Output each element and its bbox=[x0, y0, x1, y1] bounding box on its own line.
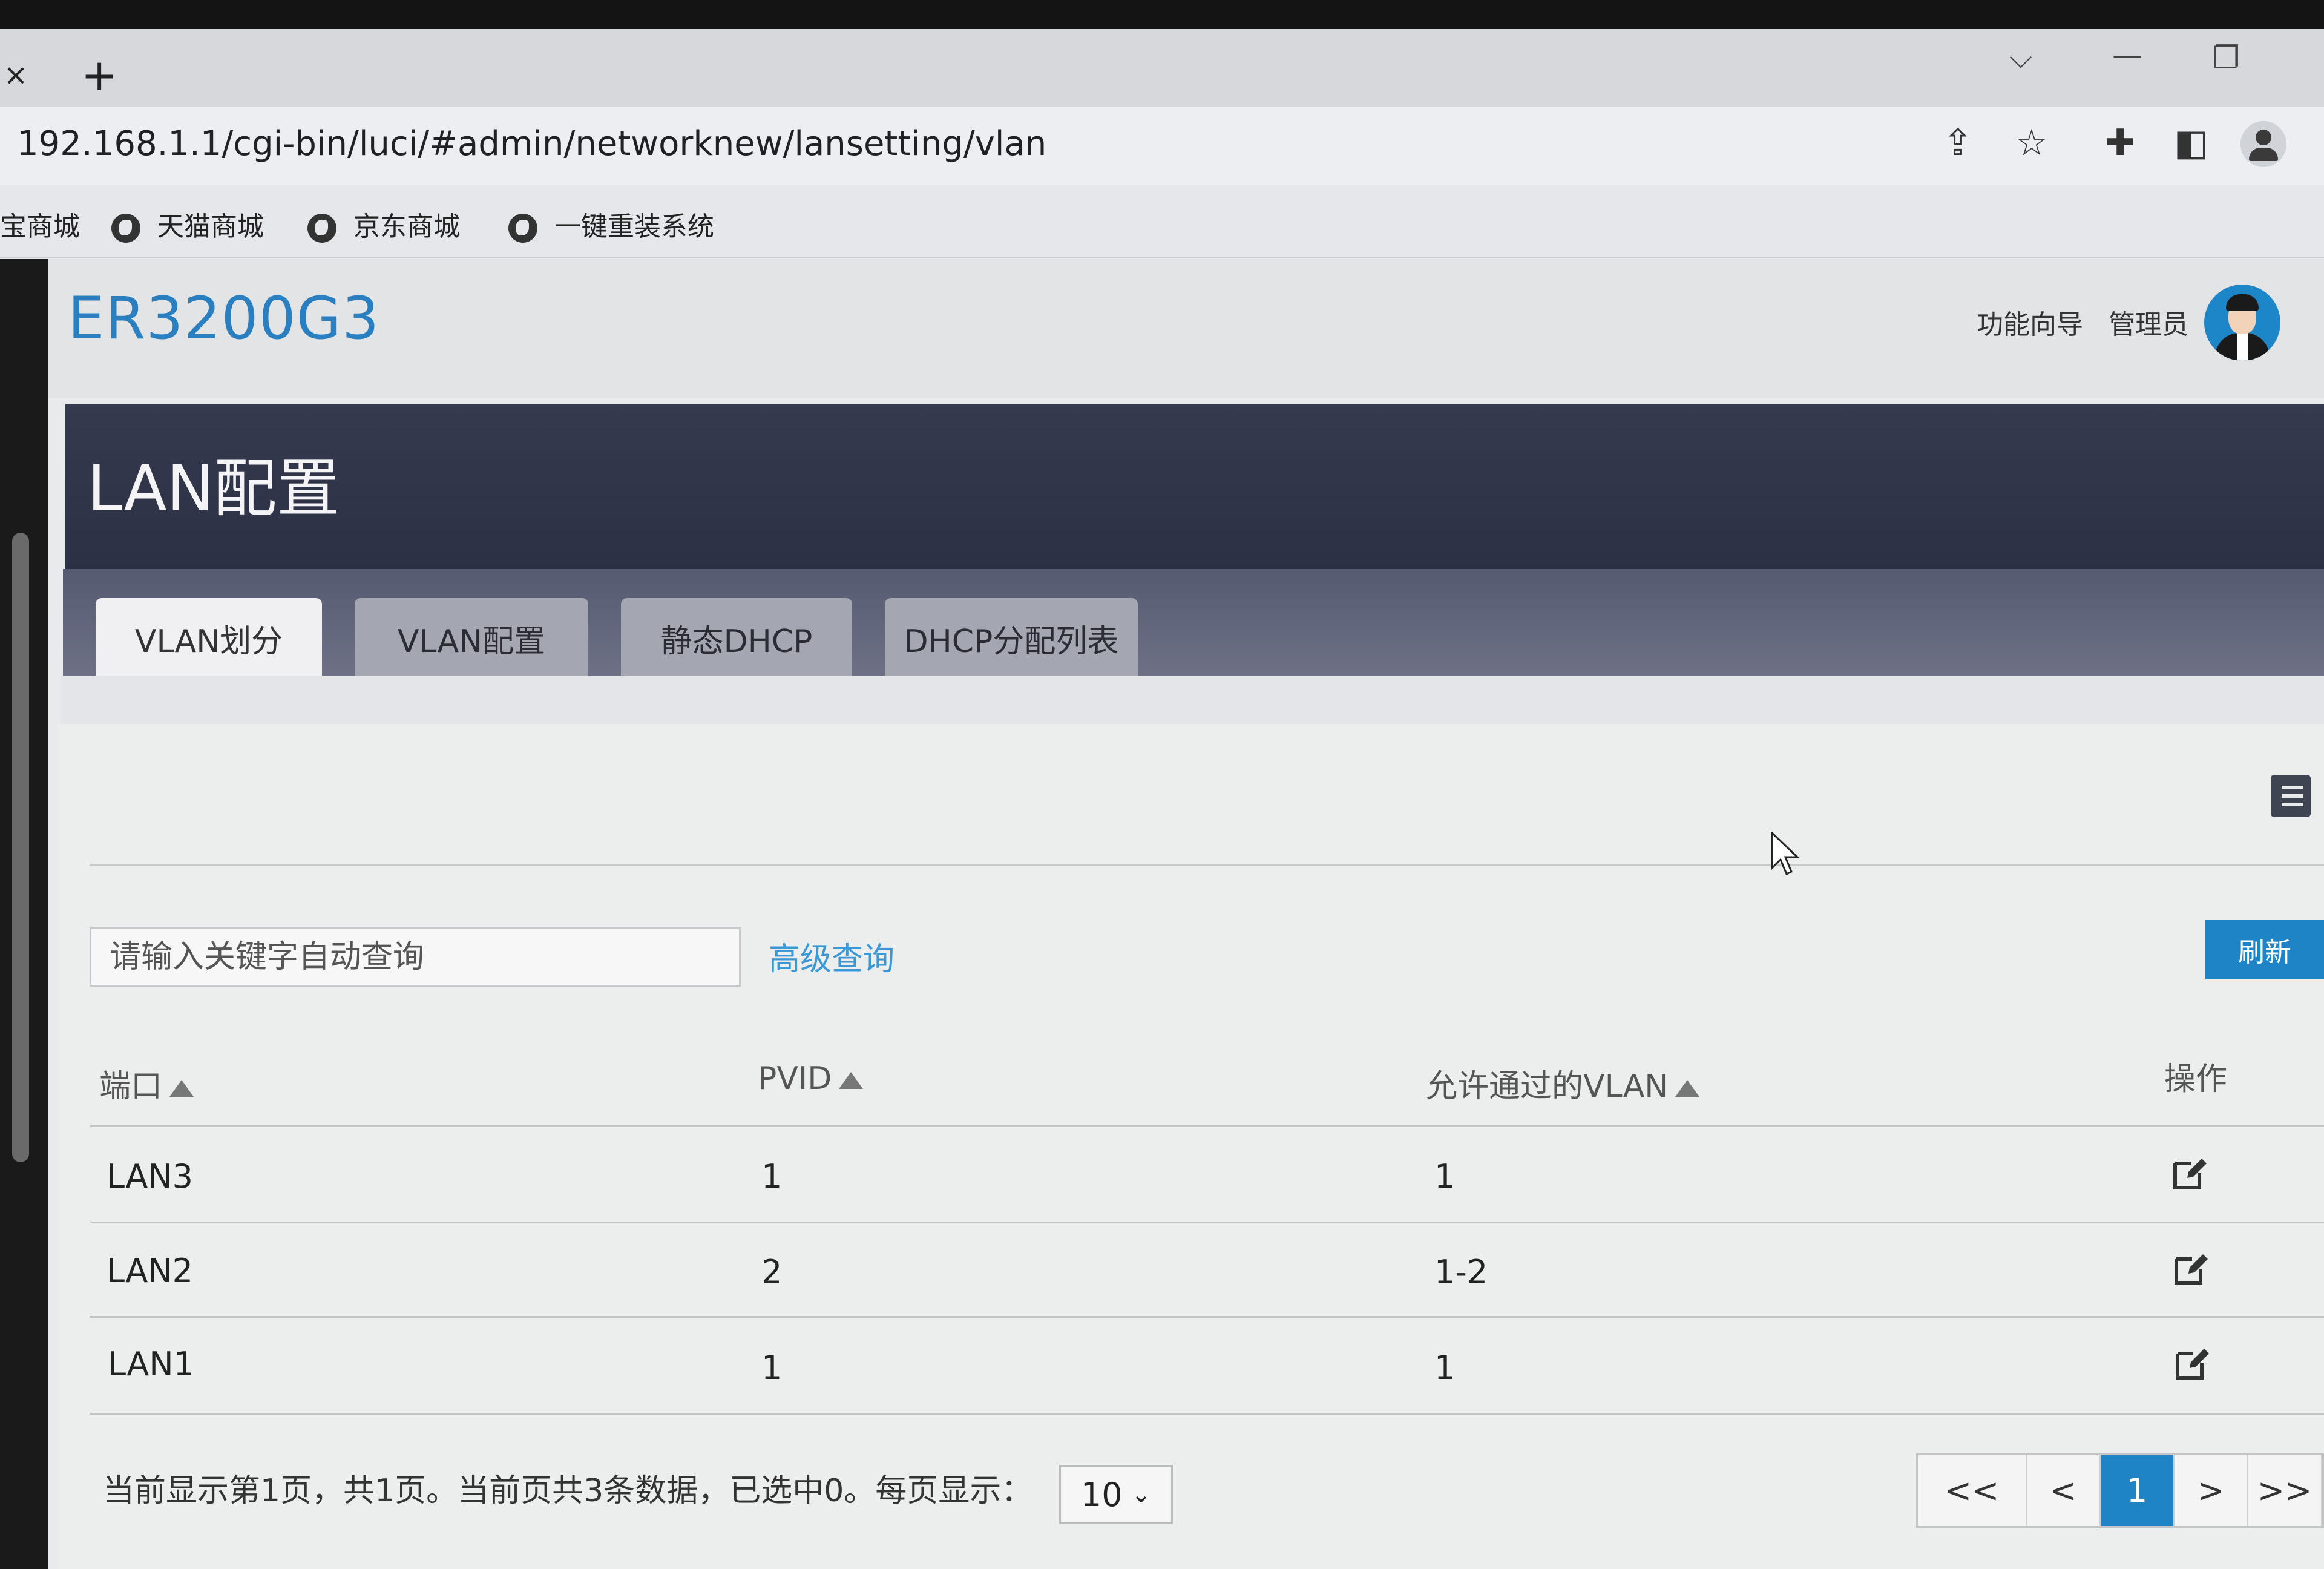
cell-vlan: 1 bbox=[1434, 1157, 1456, 1196]
row-divider bbox=[90, 1222, 2324, 1223]
url-field[interactable]: 192.168.1.1/cgi-bin/luci/#admin/networkn… bbox=[17, 124, 1046, 163]
bookmark-star-icon[interactable]: ☆ bbox=[2015, 125, 2048, 161]
cell-pvid: 1 bbox=[761, 1349, 783, 1387]
side-panel-icon[interactable]: ◧ bbox=[2174, 125, 2208, 161]
cell-port: LAN3 bbox=[107, 1157, 194, 1196]
sort-asc-icon bbox=[839, 1072, 864, 1089]
pagination: << < 1 > >> bbox=[1916, 1453, 2324, 1528]
bookmark-jd[interactable]: 京东商城 bbox=[307, 205, 460, 243]
page-size-select[interactable]: 10 ⌄ bbox=[1059, 1465, 1173, 1524]
window-top-strip bbox=[0, 0, 2324, 29]
browser-tab-strip bbox=[0, 29, 2324, 107]
last-page-button[interactable]: >> bbox=[2248, 1455, 2322, 1526]
edit-icon[interactable] bbox=[2173, 1251, 2209, 1287]
page-1-button[interactable]: 1 bbox=[2101, 1455, 2175, 1526]
row-divider bbox=[90, 1413, 2324, 1415]
wizard-link[interactable]: 功能向导 bbox=[1977, 303, 2083, 341]
bookmark-label: 天猫商城 bbox=[157, 211, 264, 242]
column-header-vlan[interactable]: 允许通过的VLAN bbox=[1426, 1061, 1700, 1106]
cell-pvid: 1 bbox=[761, 1157, 783, 1196]
prev-page-button[interactable]: < bbox=[2027, 1455, 2101, 1526]
refresh-button[interactable]: 刷新 bbox=[2205, 920, 2324, 979]
bookmark-tmall[interactable]: 天猫商城 bbox=[111, 205, 264, 243]
tab-dhcp-list[interactable]: DHCP分配列表 bbox=[885, 598, 1138, 678]
new-tab-icon[interactable]: + bbox=[81, 53, 117, 97]
panel-divider bbox=[90, 864, 2324, 866]
mouse-cursor-icon bbox=[1771, 832, 1800, 876]
tab-search-chevron-icon[interactable]: ⌵ bbox=[2009, 42, 2032, 73]
restore-icon[interactable]: ❐ bbox=[2213, 42, 2240, 73]
tab-content-gap bbox=[61, 676, 2324, 726]
tab-static-dhcp[interactable]: 静态DHCP bbox=[621, 598, 852, 678]
globe-icon bbox=[111, 214, 140, 243]
sort-asc-icon bbox=[169, 1080, 194, 1097]
cell-port: LAN1 bbox=[108, 1345, 195, 1383]
table-header-divider bbox=[90, 1125, 2324, 1127]
close-tab-icon[interactable]: × bbox=[4, 61, 28, 90]
admin-link[interactable]: 管理员 bbox=[2109, 303, 2188, 341]
scrollbar-thumb[interactable] bbox=[12, 533, 29, 1162]
share-icon[interactable]: ⇪ bbox=[1943, 125, 1973, 161]
header-label: PVID bbox=[758, 1061, 832, 1097]
column-header-port[interactable]: 端口 bbox=[99, 1061, 194, 1106]
content-panel bbox=[58, 724, 2324, 1569]
chevron-down-icon: ⌄ bbox=[1131, 1481, 1152, 1508]
column-header-action: 操作 bbox=[2164, 1061, 2228, 1097]
user-avatar[interactable] bbox=[2204, 285, 2280, 361]
advanced-search-link[interactable]: 高级查询 bbox=[769, 933, 894, 979]
minimize-icon[interactable]: — bbox=[2112, 40, 2142, 70]
edit-icon[interactable] bbox=[2171, 1155, 2208, 1191]
header-label: 允许通过的VLAN bbox=[1426, 1068, 1669, 1105]
bookmark-label: 一键重装系统 bbox=[554, 211, 714, 242]
column-header-pvid[interactable]: PVID bbox=[758, 1061, 864, 1097]
row-divider bbox=[90, 1316, 2324, 1318]
first-page-button[interactable]: << bbox=[1918, 1455, 2027, 1526]
cell-pvid: 2 bbox=[761, 1253, 783, 1291]
bookmark-reinstall[interactable]: 一键重装系统 bbox=[508, 205, 714, 243]
globe-icon bbox=[307, 214, 336, 243]
search-input[interactable] bbox=[90, 927, 741, 987]
bookmark-label: 京东商城 bbox=[353, 211, 460, 242]
extensions-puzzle-icon[interactable]: ✚ bbox=[2105, 125, 2135, 161]
profile-icon[interactable] bbox=[2240, 121, 2286, 167]
page-size-value: 10 bbox=[1080, 1475, 1123, 1514]
brand-logo: ER3200G3 bbox=[68, 285, 380, 352]
pagination-status: 当前显示第1页，共1页。当前页共3条数据，已选中0。每页显示： bbox=[103, 1473, 1033, 1509]
edit-icon[interactable] bbox=[2174, 1345, 2210, 1381]
next-page-button[interactable]: > bbox=[2175, 1455, 2248, 1526]
notebook-icon[interactable] bbox=[2271, 775, 2311, 817]
page-title: LAN配置 bbox=[87, 452, 340, 525]
sort-asc-icon bbox=[1675, 1080, 1700, 1097]
cell-vlan: 1-2 bbox=[1434, 1253, 1488, 1291]
tab-vlan-division[interactable]: VLAN划分 bbox=[96, 598, 322, 678]
cell-port: LAN2 bbox=[107, 1252, 194, 1290]
globe-icon bbox=[508, 214, 537, 243]
bookmark-taobao[interactable]: 宝商城 bbox=[0, 205, 80, 243]
header-label: 端口 bbox=[99, 1068, 163, 1105]
cell-vlan: 1 bbox=[1434, 1349, 1456, 1387]
tab-vlan-config[interactable]: VLAN配置 bbox=[355, 598, 588, 678]
page-banner bbox=[65, 404, 2324, 575]
